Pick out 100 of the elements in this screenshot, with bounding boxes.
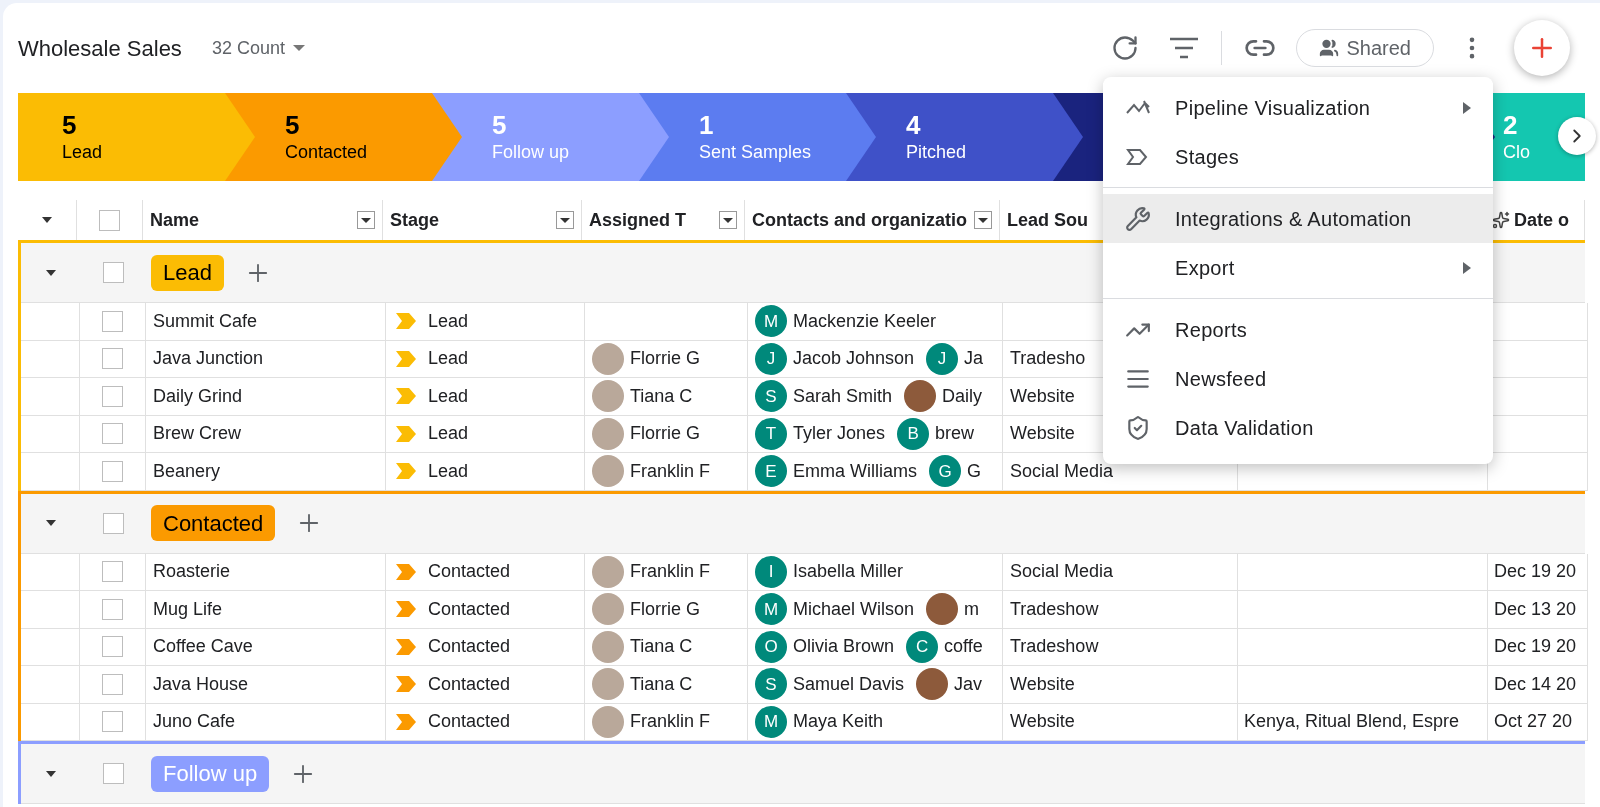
checkbox[interactable]	[102, 348, 123, 370]
column-menu-icon[interactable]	[556, 211, 574, 229]
menu-item[interactable]: Reports	[1103, 305, 1493, 354]
stage-chevron-icon	[396, 463, 416, 480]
checkbox[interactable]	[102, 636, 123, 658]
contact-name[interactable]: Maya Keith	[793, 708, 884, 736]
contact-name[interactable]: m	[964, 595, 980, 623]
pipeline-stage[interactable]: 1 Sent Samples	[639, 93, 846, 181]
menu-item[interactable]: Newsfeed	[1103, 354, 1493, 403]
contact-name[interactable]: Olivia Brown	[793, 633, 895, 661]
avatar	[592, 455, 624, 488]
contact-name[interactable]: Jacob Johnson	[793, 345, 915, 373]
contact-avatar: G	[929, 455, 961, 488]
menu-item[interactable]: Data Validation	[1103, 403, 1493, 452]
checkbox[interactable]	[102, 598, 123, 620]
caret-icon[interactable]	[45, 520, 56, 526]
checkbox[interactable]	[102, 423, 123, 445]
contact-name[interactable]: Isabella Miller	[793, 558, 904, 586]
caret-icon[interactable]	[42, 217, 52, 223]
filter-icon[interactable]	[1168, 37, 1199, 59]
organization-logo	[904, 380, 937, 413]
assignee-name: Tiana C	[630, 635, 693, 659]
checkbox[interactable]	[102, 763, 124, 784]
checkbox[interactable]	[102, 711, 123, 733]
contact-name[interactable]: Jav	[954, 670, 983, 698]
stage-name: Lead	[428, 347, 469, 371]
stage-name: Contacted	[428, 635, 511, 659]
caret-icon[interactable]	[45, 269, 56, 276]
checkbox[interactable]	[102, 385, 123, 407]
column-header[interactable]: Contacts and organizatio	[752, 206, 967, 234]
checkbox[interactable]	[102, 673, 123, 695]
menu-item[interactable]: Pipeline Visualization	[1103, 83, 1493, 132]
checkbox[interactable]	[102, 561, 123, 583]
sparkle-icon	[1492, 211, 1510, 229]
contact-name[interactable]: Tyler Jones	[793, 420, 886, 448]
column-header[interactable]: Lead Sou	[1007, 206, 1088, 234]
stage-count: 5	[492, 110, 507, 140]
assignee-name: Tiana C	[630, 384, 693, 408]
contact-avatar: C	[906, 630, 939, 663]
contact-name[interactable]: Daily	[942, 382, 983, 410]
checkbox[interactable]	[99, 209, 120, 231]
table-cell: Summit Cafe	[146, 303, 386, 341]
contact-name[interactable]: brew	[935, 420, 975, 448]
wrench-icon	[1125, 205, 1151, 232]
add-button[interactable]	[1514, 20, 1570, 76]
column-menu-icon[interactable]	[357, 211, 375, 229]
stage-label: Clo	[1503, 141, 1530, 164]
table-cell: Website	[1003, 703, 1238, 741]
table-cell: Tradeshow	[1003, 591, 1238, 629]
contact-name[interactable]: Michael Wilson	[793, 595, 915, 623]
column-header[interactable]: Date o	[1514, 206, 1569, 234]
column-header[interactable]: Name	[150, 206, 200, 234]
avatar	[592, 593, 624, 626]
table-cell: Java House	[146, 666, 386, 704]
stage-chevron-icon	[396, 676, 416, 693]
caret-icon[interactable]	[45, 770, 56, 777]
contact-avatar: B	[897, 417, 930, 450]
contact-name[interactable]: Sarah Smith	[793, 382, 893, 410]
contact-name[interactable]: coffe	[944, 633, 983, 661]
contact-name[interactable]: Mackenzie Keeler	[793, 307, 937, 335]
contact-name[interactable]: Samuel Davis	[793, 670, 905, 698]
contact-name[interactable]: Emma Williams	[793, 457, 917, 485]
refresh-icon[interactable]	[1110, 34, 1139, 62]
stage-name: Lead	[428, 309, 469, 333]
contact-avatar: S	[755, 668, 787, 701]
contact-name[interactable]: Ja	[964, 345, 984, 373]
contact-avatar: S	[755, 380, 787, 413]
column-menu-icon[interactable]	[719, 211, 737, 229]
count-dropdown[interactable]: 32 Count	[211, 34, 305, 62]
group-label: Follow up	[151, 755, 270, 792]
contact-avatar: J	[755, 342, 787, 375]
menu-item[interactable]: Stages	[1103, 132, 1493, 181]
checkbox[interactable]	[102, 310, 123, 332]
assignee-name: Franklin F	[630, 560, 710, 584]
contact-name[interactable]: G	[967, 457, 981, 485]
avatar	[592, 705, 624, 738]
checkbox[interactable]	[102, 512, 124, 534]
column-menu-icon[interactable]	[974, 211, 992, 229]
chevron-stage-icon	[1125, 147, 1149, 166]
group-label: Contacted	[151, 505, 276, 541]
pipeline-stage[interactable]: 4 Pitched	[846, 93, 1053, 181]
menu-item[interactable]: Integrations & Automation	[1103, 194, 1493, 243]
menu-item[interactable]: Export	[1103, 243, 1493, 292]
menu-label: Stages	[1175, 144, 1240, 170]
stage-count: 4	[906, 110, 921, 140]
pipeline-stage[interactable]: 5 Lead	[18, 93, 225, 181]
stage-name: Contacted	[428, 710, 511, 734]
stage-count: 5	[62, 110, 77, 140]
table-cell: Dec 14 20	[1488, 666, 1588, 704]
checkbox[interactable]	[102, 460, 123, 482]
column-header[interactable]: Stage	[390, 206, 440, 234]
stage-name: Lead	[428, 459, 469, 483]
pipeline-stage[interactable]: 5 Contacted	[225, 93, 432, 181]
stage-name: Lead	[428, 384, 469, 408]
column-header[interactable]: Assigned T	[589, 206, 686, 234]
checkbox[interactable]	[102, 262, 124, 283]
contact-avatar: E	[755, 455, 787, 488]
stage-label: Contacted	[285, 141, 368, 164]
assignee-name: Franklin F	[630, 710, 710, 734]
stage-count: 2	[1503, 110, 1518, 140]
